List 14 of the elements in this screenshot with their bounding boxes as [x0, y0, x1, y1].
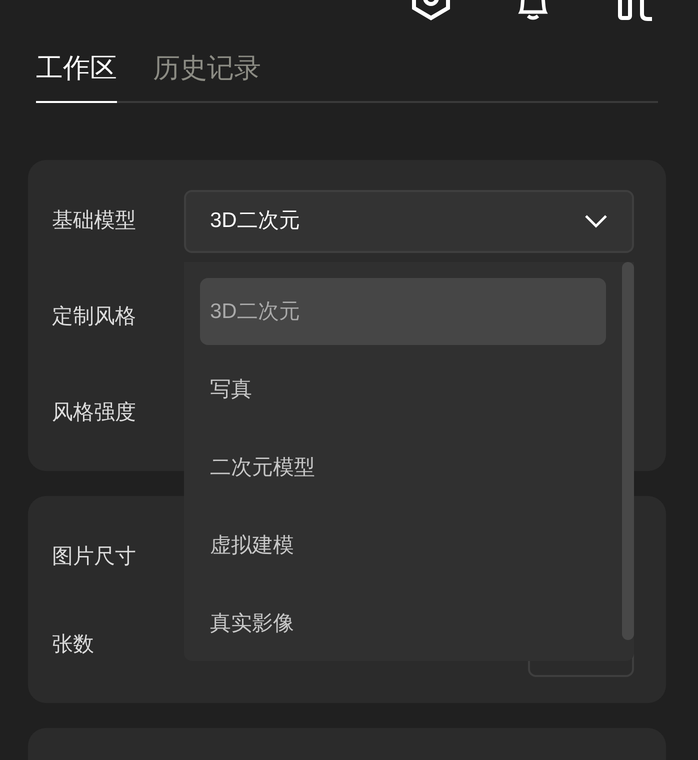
dropdown-option[interactable]: 写真	[200, 356, 606, 423]
field-label: 图片尺寸	[52, 544, 137, 570]
dropdown-option[interactable]: 虚拟建模	[200, 512, 606, 579]
dropdown-option[interactable]: 真实影像	[200, 590, 606, 657]
field-label: 定制风格	[52, 304, 137, 330]
field-label: 风格强度	[52, 400, 137, 426]
tab[interactable]: 历史记录	[153, 48, 261, 102]
dropdown-option[interactable]: 二次元模型	[200, 434, 606, 501]
tab[interactable]: 工作区	[36, 48, 117, 102]
dropdown-option[interactable]: 3D二次元	[200, 278, 606, 345]
select-field[interactable]: 3D二次元	[184, 190, 634, 252]
select-value: 3D二次元	[210, 208, 300, 234]
field-label: 张数	[52, 632, 95, 658]
field-label: 基础模型	[52, 208, 137, 234]
